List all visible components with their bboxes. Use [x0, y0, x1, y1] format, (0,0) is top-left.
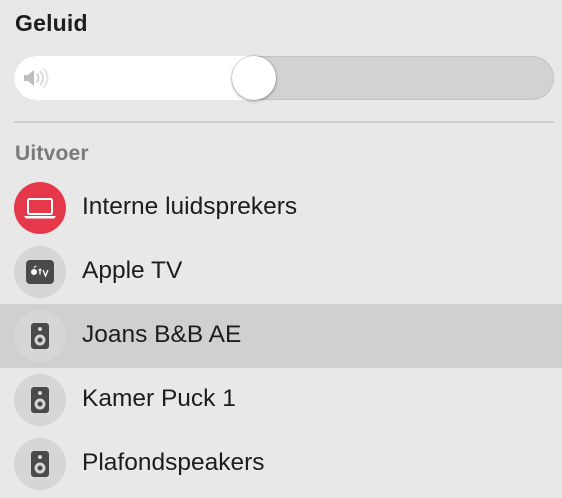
speaker-icon	[14, 374, 66, 426]
output-section-title: Uitvoer	[15, 142, 89, 165]
output-device-row[interactable]: Joans B&B AE	[0, 304, 562, 368]
speaker-icon	[14, 438, 66, 490]
volume-slider[interactable]	[14, 56, 554, 100]
output-device-list: Interne luidsprekers Apple TV Joans B&B …	[0, 176, 562, 496]
output-device-label: Interne luidsprekers	[82, 193, 298, 220]
output-device-label: Apple TV	[82, 257, 183, 284]
divider	[14, 121, 554, 123]
output-device-row[interactable]: Plafondspeakers	[0, 432, 562, 496]
laptop-icon	[14, 182, 66, 234]
apple-tv-icon	[14, 246, 66, 298]
output-device-row[interactable]: Interne luidsprekers	[0, 176, 562, 240]
output-device-row[interactable]: Apple TV	[0, 240, 562, 304]
sound-section-title: Geluid	[15, 10, 88, 36]
output-device-label: Plafondspeakers	[82, 449, 265, 476]
speaker-volume-icon	[24, 68, 49, 88]
output-device-row[interactable]: Kamer Puck 1	[0, 368, 562, 432]
output-device-label: Kamer Puck 1	[82, 385, 236, 412]
output-device-label: Joans B&B AE	[82, 321, 242, 348]
sound-panel: Geluid Uitvoer Interne luidsprekers Appl…	[0, 0, 562, 498]
speaker-icon	[14, 310, 66, 362]
volume-slider-knob[interactable]	[232, 56, 277, 100]
